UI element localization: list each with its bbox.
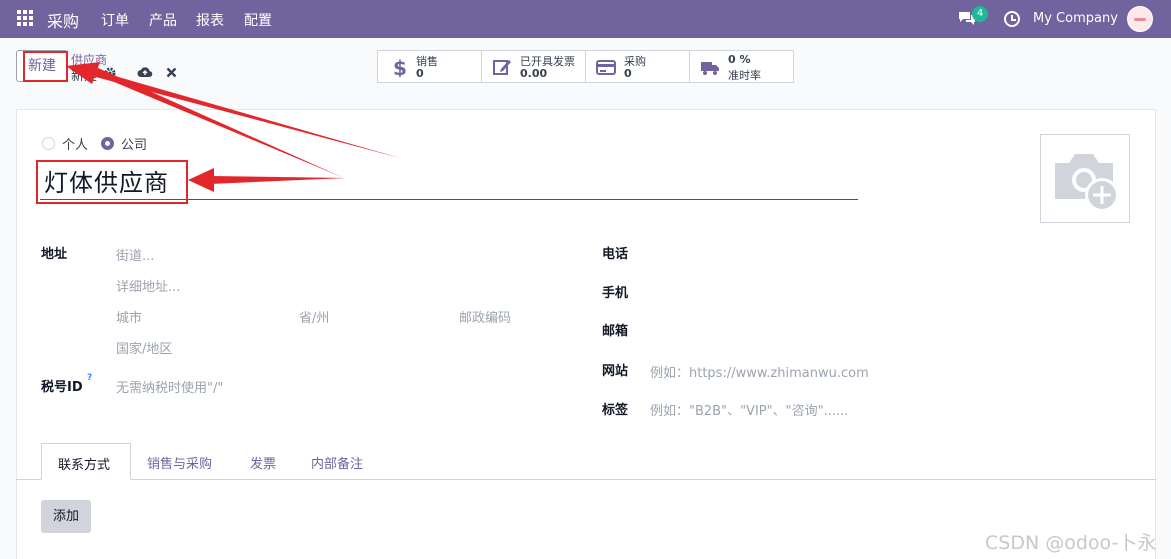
credit-card-icon [596, 60, 616, 75]
radio-individual-label: 个人 [62, 138, 89, 153]
image-upload[interactable] [1040, 134, 1130, 223]
tags-label: 标签 [602, 403, 629, 418]
mobile-label: 手机 [602, 286, 629, 301]
tab-contacts[interactable]: 联系方式 [41, 443, 131, 480]
tab-sales-purchase[interactable]: 销售与采购 [131, 443, 228, 480]
smart-buttons: $ 销售 0 已开具发票 0.00 采购 0 0 % 准时率 [377, 50, 794, 83]
svg-text:$: $ [393, 57, 407, 77]
discard-icon[interactable] [166, 67, 177, 78]
top-navbar: 采购 订单 产品 报表 配置 4 My Company [0, 0, 1171, 38]
tags-input[interactable]: 例如："B2B"、"VIP"、"咨询"...... [650, 400, 848, 419]
name-underline [40, 199, 858, 200]
partner-name-input[interactable]: 灯体供应商 [44, 163, 169, 198]
smart-button-on-time-rate[interactable]: 0 % 准时率 [690, 51, 793, 82]
tab-internal-notes[interactable]: 内部备注 [295, 443, 379, 480]
smart-button-sales[interactable]: $ 销售 0 [378, 51, 482, 82]
add-contact-button[interactable]: 添加 [41, 500, 91, 533]
watermark: CSDN @odoo-卜永 [985, 532, 1157, 554]
activity-clock-icon[interactable] [1004, 11, 1020, 27]
website-input[interactable]: 例如：https://www.zhimanwu.com [650, 362, 869, 381]
save-cloud-icon[interactable] [137, 66, 153, 78]
vat-help-icon[interactable]: ? [87, 373, 92, 383]
edit-document-icon [493, 60, 511, 75]
country-input[interactable]: 国家/地区 [116, 338, 172, 357]
breadcrumb-current: 新建 [71, 69, 98, 84]
truck-icon [701, 62, 719, 75]
state-input[interactable]: 省/州 [299, 307, 329, 326]
chat-count-badge: 4 [972, 6, 988, 22]
vat-input[interactable]: 无需纳税时使用"/" [116, 377, 223, 396]
gear-icon[interactable] [104, 67, 116, 79]
dollar-icon: $ [393, 57, 407, 77]
company-switcher[interactable]: My Company [1033, 11, 1118, 26]
radio-company-label: 公司 [121, 138, 148, 153]
menu-orders[interactable]: 订单 [101, 10, 129, 30]
apps-grid-icon[interactable] [17, 10, 34, 27]
app-name[interactable]: 采购 [47, 8, 79, 32]
new-button[interactable]: 新建 [16, 50, 68, 82]
menu-configuration[interactable]: 配置 [244, 10, 272, 30]
menu-products[interactable]: 产品 [149, 10, 177, 30]
user-avatar[interactable] [1127, 6, 1153, 32]
email-label: 邮箱 [602, 324, 629, 339]
radio-company[interactable] [101, 137, 114, 150]
city-input[interactable]: 城市 [116, 307, 142, 326]
menu-reports[interactable]: 报表 [196, 10, 224, 30]
smart-button-purchases[interactable]: 采购 0 [586, 51, 690, 82]
camera-plus-icon [1055, 154, 1119, 212]
street-input[interactable]: 街道... [116, 245, 154, 264]
website-label: 网站 [602, 364, 629, 379]
phone-label: 电话 [602, 247, 629, 262]
radio-individual[interactable] [42, 137, 55, 150]
smart-button-invoiced[interactable]: 已开具发票 0.00 [482, 51, 586, 82]
form-sheet [16, 109, 1156, 559]
address-label: 地址 [41, 247, 68, 262]
tab-invoicing[interactable]: 发票 [234, 443, 292, 480]
zip-input[interactable]: 邮政编码 [459, 307, 511, 326]
vat-label: 税号ID [41, 380, 83, 395]
street2-input[interactable]: 详细地址... [116, 276, 180, 295]
